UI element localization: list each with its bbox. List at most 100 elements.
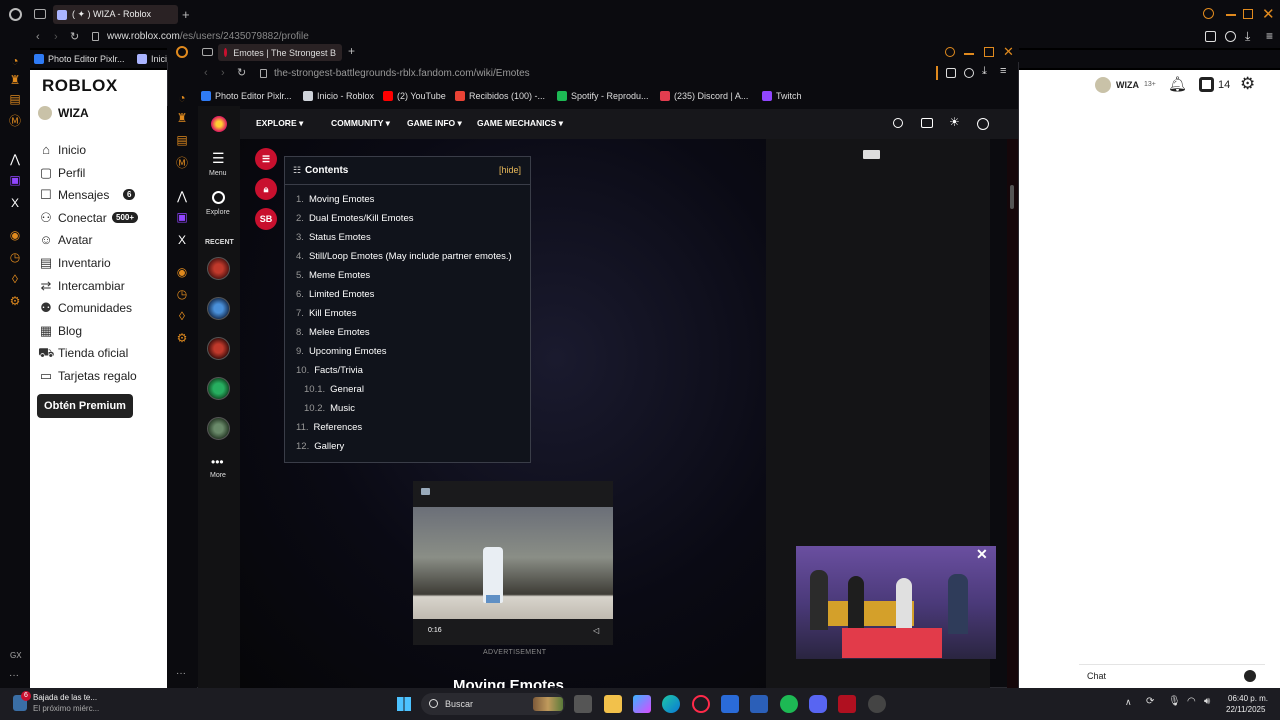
settings-gear-icon[interactable]: ⚙ <box>1240 74 1255 94</box>
chat-bar[interactable]: Chat <box>1079 664 1265 686</box>
more-dots-icon[interactable]: ••• <box>211 455 224 469</box>
bookmark-item[interactable]: Recibidos (100) -... <box>455 90 545 102</box>
misc-taskbar-icon[interactable] <box>868 695 886 713</box>
gx-ai-icon[interactable]: ⋀ <box>8 152 22 166</box>
word-icon[interactable] <box>750 695 768 713</box>
premium-button[interactable]: Obtén Premium <box>37 394 133 418</box>
front-gx-news-icon[interactable]: ▤ <box>175 133 189 147</box>
front-tab-manager-icon[interactable] <box>202 48 213 56</box>
game-taskbar-icon[interactable] <box>838 695 856 713</box>
restore-icon[interactable] <box>1243 9 1253 19</box>
nav-user-icon[interactable] <box>977 118 989 130</box>
back-tab[interactable]: ( ✦ ) WIZA - Roblox <box>53 5 178 24</box>
bookmark-item[interactable]: Inicio - Roblox <box>303 90 374 102</box>
page-scrollbar[interactable] <box>1007 139 1018 688</box>
bookmark-item[interactable]: Twitch <box>762 90 802 102</box>
front-restore-icon[interactable] <box>984 47 994 57</box>
tray-network-icon[interactable]: ⟳ <box>1146 696 1154 707</box>
tab-manager-icon[interactable] <box>34 9 46 19</box>
front-tab[interactable]: Emotes | The Strongest B <box>218 44 342 61</box>
opera-gx-logo-icon[interactable] <box>9 8 22 21</box>
back-bookmark-2[interactable]: Inici <box>151 54 167 64</box>
front-url[interactable]: the-strongest-battlegrounds-rblx.fandom.… <box>274 68 530 79</box>
close-window-icon[interactable]: ✕ <box>1262 5 1275 23</box>
gx-player-icon[interactable]: ◉ <box>8 228 22 242</box>
robux-icon[interactable] <box>1199 77 1214 92</box>
sidebar-item-perfil[interactable]: ▢ Perfil <box>38 163 86 183</box>
picture-in-picture-video[interactable] <box>796 546 996 659</box>
sidebar-item-inicio[interactable]: ⌂ Inicio <box>38 140 86 160</box>
ad-mute-icon[interactable]: ◁ <box>593 626 599 635</box>
toc-hide-link[interactable]: [hide] <box>499 165 521 175</box>
menu-icon[interactable]: ≡ <box>1266 29 1273 43</box>
tray-mic-icon[interactable]: 🎙︎ <box>1168 696 1181 707</box>
front-profile-icon[interactable] <box>964 68 974 78</box>
gx-music-icon[interactable]: Ⓜ <box>8 114 22 128</box>
discord-taskbar-icon[interactable] <box>809 695 827 713</box>
header-username[interactable]: WIZA <box>1116 80 1139 90</box>
nav-explore[interactable]: EXPLORE ▾ <box>256 118 303 129</box>
download-icon[interactable]: ⤓ <box>1245 29 1250 44</box>
fandom-logo-icon[interactable] <box>211 116 227 132</box>
opera-gx-taskbar-icon[interactable] <box>692 695 710 713</box>
front-gx-corner-icon[interactable]: ◔ <box>175 91 189 105</box>
toc-item[interactable]: 10.1. General <box>304 384 364 395</box>
recent-wiki-3[interactable] <box>207 337 230 360</box>
ad-video[interactable] <box>413 507 613 619</box>
robux-count[interactable]: 14 <box>1218 79 1230 91</box>
nav-search-icon[interactable] <box>893 118 903 128</box>
edge-icon[interactable] <box>662 695 680 713</box>
ad-choices-icon[interactable] <box>863 150 880 159</box>
file-explorer-icon[interactable] <box>604 695 622 713</box>
gx-corner-icon[interactable]: ◔ <box>8 54 22 68</box>
new-tab-icon[interactable]: + <box>182 7 190 22</box>
front-back-icon[interactable]: ‹ <box>204 67 208 79</box>
scrollbar-thumb[interactable] <box>1010 185 1014 209</box>
gx-settings-icon[interactable]: ⚙ <box>8 294 22 308</box>
front-gx-settings-icon[interactable]: ⚙ <box>175 331 189 345</box>
sidebar-item-tarjetas-regalo[interactable]: ▭ Tarjetas regalo <box>38 366 137 386</box>
front-menu-icon[interactable]: ≡ <box>1000 65 1006 77</box>
front-search-tabs-icon[interactable] <box>945 47 955 57</box>
front-gx-music-icon[interactable]: Ⓜ <box>175 156 189 170</box>
nav-game-info[interactable]: GAME INFO ▾ <box>407 118 462 129</box>
roblox-logo[interactable]: ROBLOX <box>42 76 118 96</box>
toc-item[interactable]: 4. Still/Loop Emotes (May include partner… <box>296 251 512 262</box>
toc-item[interactable]: 5. Meme Emotes <box>296 270 370 281</box>
gx-x-icon[interactable]: X <box>8 196 22 210</box>
notification-title[interactable]: Bajada de las te... <box>33 693 97 702</box>
forward-icon[interactable]: › <box>54 31 58 43</box>
front-gx-extensions-icon[interactable]: ◊ <box>175 309 189 323</box>
tray-wifi-icon[interactable]: ◠ <box>1187 696 1196 707</box>
pip-close-icon[interactable]: ✕ <box>976 546 988 563</box>
nav-theme-sun-icon[interactable]: ☀ <box>949 115 960 129</box>
tray-volume-icon[interactable]: 🔊︎ <box>1204 696 1210 707</box>
search-tabs-icon[interactable] <box>1203 8 1214 19</box>
front-download-icon[interactable]: ⤓ <box>982 65 987 78</box>
spotify-taskbar-icon[interactable] <box>780 695 798 713</box>
notifications-icon[interactable]: 🔔︎ <box>1168 75 1187 93</box>
recent-wiki-1[interactable] <box>207 257 230 280</box>
front-gx-more-icon[interactable]: ··· <box>176 668 186 679</box>
sidebar-item-inventario[interactable]: ▤ Inventario <box>38 253 111 273</box>
gx-twitch-icon[interactable]: ▣ <box>8 173 22 187</box>
sidebar-item-mensajes[interactable]: ☐ Mensajes <box>38 185 109 205</box>
tray-chevron-icon[interactable]: ∧ <box>1125 697 1132 708</box>
copilot-icon[interactable] <box>633 695 651 713</box>
sidebar-item-avatar[interactable]: ☺ Avatar <box>38 230 92 250</box>
toc-item[interactable]: 11. References <box>296 422 362 433</box>
bookmark-item[interactable]: (2) YouTube <box>383 90 446 102</box>
bookmark-item[interactable]: Spotify - Reprodu... <box>557 90 649 102</box>
toc-item[interactable]: 12. Gallery <box>296 441 344 452</box>
lock-button[interactable]: 🔒︎ <box>255 178 277 200</box>
store-taskbar-icon[interactable] <box>721 695 739 713</box>
gx-history-icon[interactable]: ◷ <box>8 250 22 264</box>
profile-icon[interactable] <box>1225 31 1236 42</box>
date-label[interactable]: 22/11/2025 <box>1226 705 1265 714</box>
front-extensions-icon[interactable] <box>946 68 956 78</box>
roblox-user[interactable]: WIZA <box>38 106 89 120</box>
front-opera-logo-icon[interactable] <box>176 46 188 58</box>
windows-start-icon[interactable] <box>397 697 411 711</box>
sidebar-item-blog[interactable]: ▦ Blog <box>38 321 82 341</box>
reload-icon[interactable]: ↻ <box>70 30 79 43</box>
